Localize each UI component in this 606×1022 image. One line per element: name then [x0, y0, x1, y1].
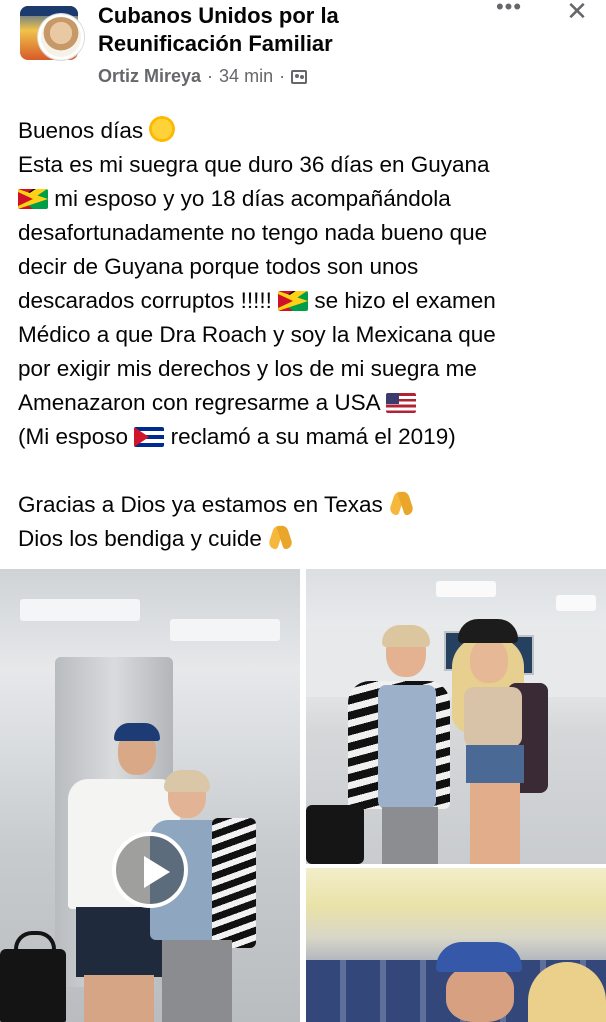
play-icon[interactable]	[112, 832, 188, 908]
post-time[interactable]: 34 min	[219, 66, 273, 87]
post-line-text: reclamó a su mamá el 2019)	[170, 424, 456, 449]
sun-icon	[149, 116, 176, 142]
handbag	[0, 931, 66, 1022]
photo-grid	[0, 569, 606, 1022]
post-line-text: se hizo el examen	[314, 288, 496, 313]
post-line: decir de Guyana porque todos son unos	[18, 254, 419, 279]
ceiling-light	[170, 619, 280, 641]
post-meta: Ortiz Mireya · 34 min ·	[98, 66, 308, 87]
pants	[162, 940, 232, 1022]
pants	[382, 807, 438, 864]
author-name[interactable]: Ortiz Mireya	[98, 66, 201, 87]
post-line-text: descarados corruptos !!!!!	[18, 288, 272, 313]
guyana-flag-icon	[278, 291, 309, 311]
group-name[interactable]: Cubanos Unidos por la Reunificación Fami…	[98, 2, 478, 58]
photo[interactable]	[306, 569, 606, 864]
group-name-line-1[interactable]: Cubanos Unidos por la	[98, 2, 478, 30]
shorts	[466, 745, 524, 783]
more-options-button[interactable]: •••	[492, 0, 526, 20]
cap	[114, 723, 160, 741]
head	[470, 639, 508, 683]
folded-hands-icon	[268, 523, 294, 551]
group-privacy-icon	[291, 69, 308, 84]
person	[434, 942, 524, 1022]
post-line: Buenos días	[18, 114, 598, 148]
face	[446, 966, 514, 1022]
close-button[interactable]: ✕	[562, 0, 592, 24]
post-line: por exigir mis derechos y los de mi sueg…	[18, 356, 477, 381]
hair	[382, 625, 430, 647]
post-line: Dios los bendiga y cuide	[18, 522, 598, 556]
legs	[84, 975, 154, 1022]
post-line: Esta es mi suegra que duro 36 días en Gu…	[18, 152, 490, 177]
post-line: (Mi esposo reclamó a su mamá el 2019)	[18, 420, 598, 454]
post-header: Cubanos Unidos por la Reunificación Fami…	[0, 0, 606, 100]
meta-separator: ·	[207, 66, 214, 86]
avatar[interactable]	[20, 6, 84, 60]
top	[464, 687, 522, 747]
ceiling-light	[20, 599, 140, 621]
hat	[458, 619, 518, 643]
guyana-flag-icon	[18, 189, 48, 209]
cuba-flag-icon	[134, 427, 165, 447]
usa-flag-icon	[385, 393, 416, 413]
ceiling-light	[436, 581, 496, 597]
post-line: desafortunadamente no tengo nada bueno q…	[18, 220, 488, 245]
person	[446, 619, 548, 864]
post-line-text: Gracias a Dios ya estamos en Texas	[18, 492, 383, 517]
striped-cardigan	[212, 818, 256, 948]
post-line-text: mi esposo y yo 18 días acompañándola	[54, 186, 451, 211]
post-line: descarados corruptos !!!!! se hizo el ex…	[18, 284, 598, 318]
folded-hands-icon	[389, 489, 415, 517]
post-line: Amenazaron con regresarme a USA	[18, 386, 598, 420]
post-line: Gracias a Dios ya estamos en Texas	[18, 488, 598, 522]
meta-separator-2: ·	[279, 66, 286, 86]
post-line-text: Amenazaron con regresarme a USA	[18, 390, 380, 415]
top	[378, 685, 436, 809]
handbag	[306, 805, 364, 864]
post-line: mi esposo y yo 18 días acompañándola	[18, 182, 598, 216]
ceiling-light	[556, 595, 596, 611]
post-line-text: (Mi esposo	[18, 424, 129, 449]
user-avatar[interactable]	[38, 14, 84, 60]
post-line-text: Dios los bendiga y cuide	[18, 526, 262, 551]
video-thumbnail[interactable]	[0, 569, 300, 1022]
cap	[436, 942, 522, 972]
post-line: Médico a que Dra Roach y soy la Mexicana…	[18, 322, 496, 347]
post-body: Buenos días Esta es mi suegra que duro 3…	[18, 114, 598, 556]
photo[interactable]	[306, 868, 606, 1022]
hair	[164, 770, 210, 792]
legs	[470, 783, 520, 864]
post-line-text: Buenos días	[18, 118, 144, 143]
group-name-line-2[interactable]: Reunificación Familiar	[98, 30, 478, 58]
